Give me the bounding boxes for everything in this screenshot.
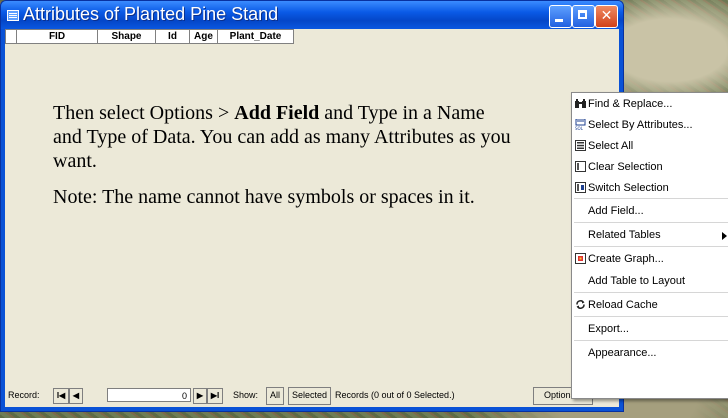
menu-item-add-table-to-layout[interactable]: Add Table to Layout [572,270,728,292]
menu-item-label: Export... [588,323,629,335]
menu-item-select-all[interactable]: Select All [572,135,728,157]
menu-item-label: Related Tables [588,229,661,241]
menu-item-label: Add Table to Layout [588,275,686,287]
menu-item-label: Clear Selection [588,161,663,173]
svg-text:SQL: SQL [575,126,584,130]
menu-item-label: Appearance... [588,347,657,359]
attribute-table-window: Attributes of Planted Pine Stand ✕ FID S… [0,0,624,412]
menu-item-add-field[interactable]: Add Field... [572,200,728,222]
switch-selection-icon [575,182,586,193]
instruction-text: Then select Options > Add Field and Type… [53,101,513,221]
menu-item-label: Add Field... [588,205,644,217]
row-selector-header[interactable] [5,29,17,44]
menu-separator [574,222,728,223]
title-bar[interactable]: Attributes of Planted Pine Stand ✕ [1,1,623,29]
menu-separator [574,246,728,247]
first-record-button[interactable]: I◀ [53,388,69,404]
instruction-bold-text: Add Field [234,102,320,124]
menu-item-reload-cache[interactable]: Reload Cache [572,294,728,316]
maximize-button[interactable] [572,5,595,28]
minimize-button[interactable] [549,5,572,28]
table-icon [7,10,19,21]
record-number-input[interactable]: 0 [107,388,191,402]
menu-item-related-tables[interactable]: Related Tables [572,224,728,246]
menu-separator [574,198,728,199]
prev-record-button[interactable]: ◀ [69,388,83,404]
menu-item-export[interactable]: Export... [572,318,728,340]
reload-icon [576,300,585,309]
menu-item-clear-selection[interactable]: Clear Selection [572,156,728,178]
status-bar: Record: I◀ ◀ 0 ▶ ▶I Show: All Selected R… [5,385,619,407]
show-label: Show: [233,390,259,400]
minimize-icon [555,19,563,22]
column-header-age[interactable]: Age [190,29,218,44]
instruction-paragraph-2: Note: The name cannot have symbols or sp… [53,186,475,208]
last-record-button[interactable]: ▶I [207,388,223,404]
graph-icon [575,253,586,264]
close-button[interactable]: ✕ [595,5,618,28]
maximize-icon [578,10,587,19]
menu-separator [574,316,728,317]
show-selected-button[interactable]: Selected [288,387,332,405]
instruction-paragraph-1: Then select Options > Add Field and Type… [53,101,513,173]
menu-item-label: Create Graph... [588,253,664,265]
menu-item-appearance[interactable]: Appearance... [572,342,728,364]
column-header-plant-date[interactable]: Plant_Date [218,29,294,44]
records-info: Records (0 out of 0 Selected.) [335,390,455,400]
menu-item-find-replace[interactable]: Find & Replace... [572,93,728,115]
binoculars-icon [575,99,586,108]
menu-item-create-graph[interactable]: Create Graph... [572,248,728,270]
column-header-id[interactable]: Id [156,29,190,44]
menu-item-label: Select All [588,140,634,152]
show-all-button[interactable]: All [266,387,285,405]
submenu-arrow-icon [722,232,727,240]
sql-select-icon: SQL [575,119,586,130]
menu-item-label: Switch Selection [588,182,669,194]
menu-item-label: Select By Attributes... [588,119,693,131]
table-header: FID Shape Id Age Plant_Date [5,29,294,44]
table-client-area: FID Shape Id Age Plant_Date Then select … [5,29,619,407]
menu-item-switch-selection[interactable]: Switch Selection [572,177,728,199]
menu-separator [574,292,728,293]
menu-separator [574,340,728,341]
menu-item-select-by-attributes[interactable]: SQL Select By Attributes... [572,114,728,136]
column-header-shape[interactable]: Shape [98,29,156,44]
window-title: Attributes of Planted Pine Stand [23,4,279,24]
close-icon: ✕ [600,8,613,24]
select-all-icon [575,140,586,151]
options-menu: Find & Replace... SQL Select By Attribut… [571,92,728,399]
instruction-text-part: Then select Options > [53,102,235,124]
menu-item-label: Reload Cache [588,299,658,311]
next-record-button[interactable]: ▶ [193,388,207,404]
record-label: Record: [8,390,40,400]
menu-item-label: Find & Replace... [588,98,673,110]
clear-selection-icon [575,161,586,172]
column-header-fid[interactable]: FID [17,29,98,44]
